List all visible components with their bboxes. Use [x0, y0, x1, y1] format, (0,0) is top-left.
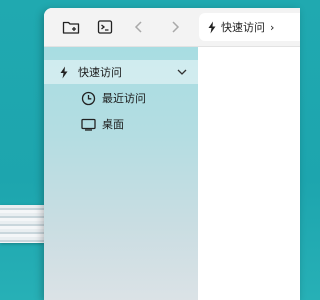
lightning-icon [56, 64, 72, 80]
monitor-icon [80, 116, 96, 132]
sidebar-item-label: 快速访问 [78, 66, 122, 79]
toolbar: 快速访问 › [44, 8, 300, 47]
clock-icon [80, 90, 96, 106]
forward-button[interactable] [164, 16, 186, 38]
terminal-icon [97, 20, 113, 34]
folder-plus-icon [62, 21, 80, 34]
sidebar-item-quick-access[interactable]: 快速访问 [44, 60, 198, 84]
chevron-left-icon [134, 21, 142, 33]
file-list-area[interactable] [198, 47, 300, 300]
sidebar-item-recent[interactable]: 最近访问 [44, 86, 198, 110]
new-folder-button[interactable] [60, 16, 82, 38]
sidebar-item-label: 最近访问 [102, 92, 146, 105]
breadcrumb-quick-access[interactable]: 快速访问 [221, 19, 265, 35]
address-bar[interactable]: 快速访问 › [199, 13, 300, 41]
file-manager-window: 快速访问 › 快速访问 最近访问 桌面 [44, 8, 300, 300]
back-button[interactable] [128, 16, 150, 38]
chevron-right-icon [172, 21, 180, 33]
chevron-down-icon[interactable] [176, 66, 188, 78]
terminal-button[interactable] [94, 16, 116, 38]
breadcrumb-arrow[interactable]: › [270, 21, 274, 34]
lightning-icon [208, 21, 216, 33]
sidebar-item-desktop[interactable]: 桌面 [44, 112, 198, 136]
desktop-window-edge [0, 205, 44, 243]
sidebar-item-label: 桌面 [102, 118, 124, 131]
sidebar: 快速访问 最近访问 桌面 [44, 47, 198, 300]
